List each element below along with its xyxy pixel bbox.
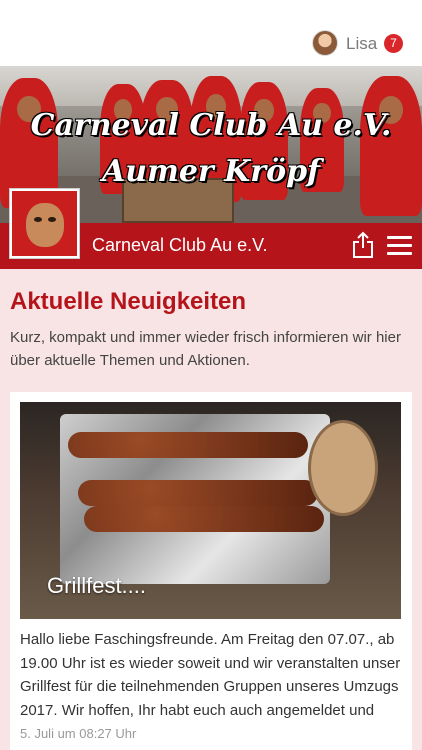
section-title: Aktuelle Neuigkeiten bbox=[10, 288, 247, 315]
news-card[interactable]: Grillfest.... Hallo liebe Faschingsfreun… bbox=[10, 392, 412, 750]
news-excerpt: Hallo liebe Faschingsfreunde. Am Freitag… bbox=[20, 631, 401, 719]
news-photo[interactable]: Grillfest.... bbox=[20, 402, 401, 619]
hero-title: Carneval Club Au e.V. bbox=[30, 108, 392, 143]
roast-skewer bbox=[68, 432, 308, 458]
user-avatar[interactable] bbox=[312, 30, 338, 56]
user-name[interactable]: Lisa bbox=[346, 34, 377, 54]
news-caption: Grillfest.... bbox=[47, 573, 147, 598]
hamburger-menu-icon[interactable] bbox=[387, 236, 412, 256]
hero-subtitle: Aumer Kröpf bbox=[102, 154, 320, 189]
club-name: Carneval Club Au e.V. bbox=[92, 235, 268, 255]
share-icon[interactable] bbox=[352, 231, 374, 259]
grill-wheel bbox=[308, 420, 378, 516]
roast-skewer bbox=[84, 506, 324, 532]
notification-badge[interactable]: 7 bbox=[384, 34, 403, 53]
main-content: Aktuelle Neuigkeiten Kurz, kompakt und i… bbox=[0, 269, 422, 750]
section-intro: Kurz, kompakt und immer wieder frisch in… bbox=[10, 329, 401, 369]
news-date: 5. Juli um 08:27 Uhr bbox=[20, 726, 137, 741]
top-bar: Lisa 7 bbox=[0, 0, 422, 66]
costumed-figure bbox=[360, 76, 422, 216]
club-logo bbox=[10, 189, 79, 258]
roast-skewer bbox=[78, 480, 318, 506]
